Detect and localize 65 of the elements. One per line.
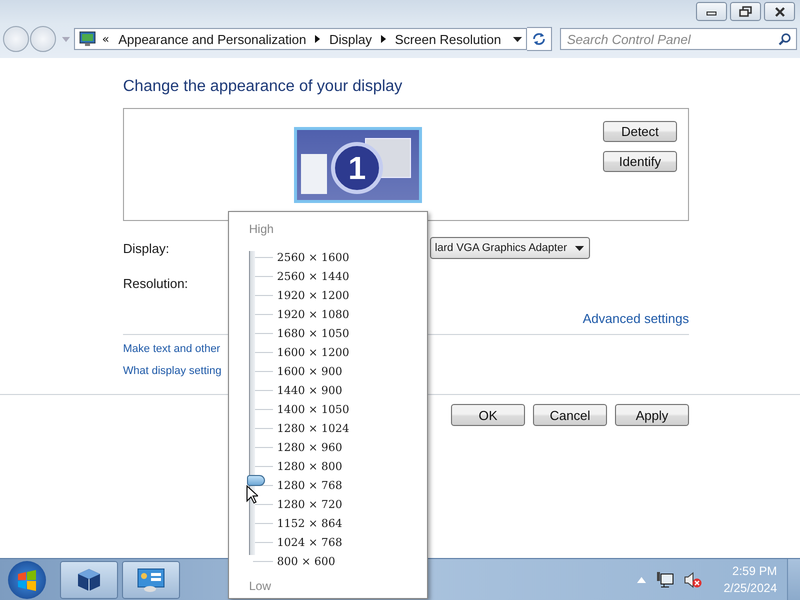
- resolution-option[interactable]: 1280 × 720: [277, 498, 342, 511]
- resolution-option[interactable]: 1280 × 800: [277, 460, 342, 473]
- resolution-option[interactable]: 1440 × 900: [277, 384, 342, 397]
- monitor-icon: [78, 31, 96, 47]
- panel-button[interactable]: Identify: [603, 151, 677, 172]
- display-dropdown[interactable]: lard VGA Graphics Adapter: [430, 237, 590, 259]
- caret-icon: [575, 246, 584, 250]
- monitor-thumbnail[interactable]: 1: [294, 127, 422, 203]
- resolution-option[interactable]: 2560 × 1440: [277, 270, 350, 283]
- taskbar-button[interactable]: [60, 560, 118, 598]
- chevron-icon[interactable]: [315, 35, 320, 43]
- address-bar[interactable]: « Appearance and Personalization Display Screen Resolution: [74, 28, 528, 50]
- resolution-option[interactable]: 1920 × 1200: [277, 289, 350, 302]
- dialog-button[interactable]: Apply: [615, 404, 689, 426]
- resolution-option[interactable]: 1400 × 1050: [277, 403, 350, 416]
- resolution-option[interactable]: 1280 × 960: [277, 441, 342, 454]
- resolution-option[interactable]: 1600 × 900: [277, 365, 342, 378]
- cube-icon: [76, 566, 102, 592]
- help-link[interactable]: Make text and other: [123, 343, 220, 355]
- minimize-button[interactable]: [696, 2, 727, 21]
- close-button[interactable]: [764, 2, 795, 21]
- dialog-button[interactable]: OK: [451, 404, 525, 426]
- resolution-option[interactable]: 1680 × 1050: [277, 327, 350, 340]
- muted-speaker-icon[interactable]: [684, 570, 702, 588]
- start-button[interactable]: [8, 560, 46, 598]
- search-field[interactable]: Search Control Panel: [560, 28, 798, 50]
- advanced-settings-link[interactable]: Advanced settings: [582, 311, 689, 326]
- resolution-option[interactable]: 1280 × 1024: [277, 422, 350, 435]
- page-heading: Change the appearance of your display: [123, 78, 404, 96]
- monitor-number: 1: [331, 142, 383, 194]
- restore-button[interactable]: [730, 2, 761, 21]
- restore-icon: [738, 6, 752, 17]
- panel-button[interactable]: Detect: [603, 121, 677, 142]
- refresh-button[interactable]: [527, 27, 552, 51]
- mouse-pointer-icon: [246, 485, 258, 504]
- chevron-icon[interactable]: [380, 35, 386, 43]
- control-panel-icon: [136, 566, 166, 592]
- taskbar-button[interactable]: [122, 560, 180, 598]
- resolution-option[interactable]: 1280 × 768: [277, 479, 342, 492]
- high-label: High: [249, 222, 275, 236]
- display-label: Display:: [123, 240, 170, 256]
- help-link[interactable]: What display setting: [123, 365, 222, 377]
- date-text: 2/25/2024: [724, 581, 777, 595]
- resolution-option[interactable]: 2560 × 1600: [277, 251, 350, 264]
- refresh-icon: [531, 32, 548, 46]
- low-label: Low: [249, 579, 272, 593]
- close-icon: [774, 6, 786, 16]
- network-icon[interactable]: [656, 570, 674, 588]
- windows-logo-icon: [15, 568, 39, 592]
- breadcrumb-overflow[interactable]: «: [102, 32, 110, 46]
- resolution-option[interactable]: 1920 × 1080: [277, 308, 350, 321]
- breadcrumb-link[interactable]: Display: [329, 32, 372, 46]
- resolution-option[interactable]: 1152 × 864: [277, 517, 342, 530]
- dropdown-arrow-icon[interactable]: [513, 36, 522, 42]
- time-text: 2:59 PM: [732, 564, 777, 578]
- slider-thumb[interactable]: [247, 475, 265, 486]
- window-drawing: [301, 154, 327, 194]
- breadcrumb-link[interactable]: Appearance and Personalization: [118, 32, 306, 46]
- breadcrumb-link[interactable]: Screen Resolution: [394, 32, 502, 46]
- resolution-option[interactable]: 1600 × 1200: [277, 346, 350, 359]
- resolution-option[interactable]: 800 × 600: [277, 555, 336, 568]
- search-icon[interactable]: [778, 33, 792, 46]
- resolution-label: Resolution:: [123, 276, 188, 290]
- dialog-button[interactable]: Cancel: [533, 404, 607, 426]
- resolution-option[interactable]: 1024 × 768: [277, 536, 342, 549]
